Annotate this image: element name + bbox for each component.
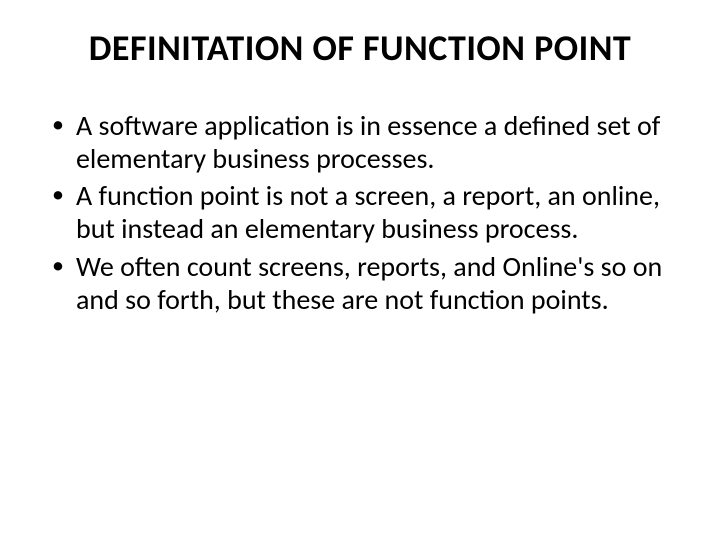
list-item: A software application is in essence a d… [46,109,670,175]
bullet-list: A software application is in essence a d… [40,109,680,315]
list-item: A function point is not a screen, a repo… [46,179,670,245]
slide: DEFINITATION OF FUNCTION POINT A softwar… [0,0,720,540]
list-item: We often count screens, reports, and Onl… [46,250,670,316]
slide-title: DEFINITATION OF FUNCTION POINT [40,28,680,69]
